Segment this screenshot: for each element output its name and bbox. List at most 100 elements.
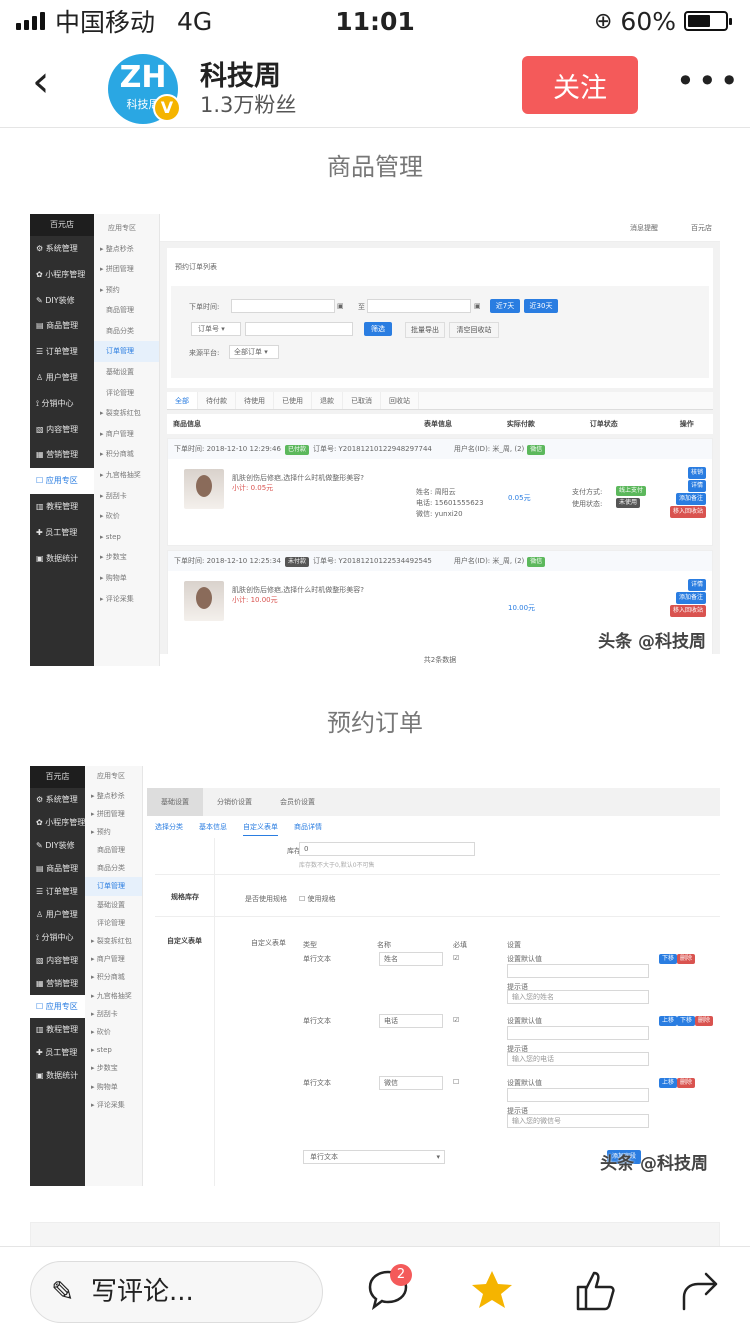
submenu-item[interactable]: 商品分类 bbox=[94, 321, 159, 342]
sidebar-item[interactable]: ▤ 商品管理 bbox=[30, 313, 94, 339]
calendar-icon[interactable]: ▣ bbox=[474, 302, 481, 310]
order-tab[interactable]: 退款 bbox=[312, 392, 343, 409]
submenu-item[interactable]: 商品管理 bbox=[94, 300, 159, 321]
like-thumb-icon[interactable] bbox=[572, 1267, 620, 1315]
submenu-item[interactable]: ▸ 整点秒杀 bbox=[85, 787, 142, 805]
sidebar-item[interactable]: ▥ 教程管理 bbox=[30, 1018, 85, 1041]
field-name-input[interactable]: 电话 bbox=[379, 1014, 443, 1028]
back-arrow-icon[interactable]: ‹ bbox=[32, 60, 78, 108]
required-checkbox[interactable]: ☐ bbox=[453, 1078, 459, 1086]
sidebar-item[interactable]: ✿ 小程序管理 bbox=[30, 811, 85, 834]
stock-input[interactable]: 0 bbox=[299, 842, 475, 856]
submenu-item[interactable]: ▸ 商户管理 bbox=[85, 950, 142, 968]
submenu-item[interactable]: ▸ 预约 bbox=[94, 280, 159, 301]
field-action-button[interactable]: 上移 bbox=[659, 1016, 678, 1026]
author-name[interactable]: 科技周 bbox=[200, 54, 281, 93]
last-30-days-button[interactable]: 近30天 bbox=[524, 299, 558, 313]
sidebar-item[interactable]: ☰ 订单管理 bbox=[30, 339, 94, 365]
edit-subtab[interactable]: 选择分类 bbox=[155, 822, 183, 836]
sidebar-item[interactable]: ▧ 内容管理 bbox=[30, 949, 85, 972]
submenu-item[interactable]: ▸ 购物单 bbox=[85, 1078, 142, 1096]
sidebar-item[interactable]: ▣ 数据统计 bbox=[30, 546, 94, 572]
submenu-item[interactable]: 订单管理 bbox=[85, 877, 142, 896]
order-action-button[interactable]: 移入回收站 bbox=[669, 506, 706, 518]
comment-input[interactable]: ✎ 写评论... bbox=[30, 1261, 323, 1323]
required-checkbox[interactable]: ☑ bbox=[453, 1016, 459, 1024]
edit-tab[interactable]: 基础设置 bbox=[147, 788, 203, 816]
share-arrow-icon[interactable] bbox=[676, 1267, 724, 1315]
search-button[interactable]: 筛选 bbox=[364, 322, 392, 336]
submenu-item[interactable]: ▸ 积分商城 bbox=[94, 444, 159, 465]
submenu-item[interactable]: ▸ 步数宝 bbox=[85, 1059, 142, 1077]
sidebar-item[interactable]: ☰ 订单管理 bbox=[30, 880, 85, 903]
order-tab[interactable]: 已使用 bbox=[274, 392, 312, 409]
sidebar-item[interactable]: ⚙ 系统管理 bbox=[30, 788, 85, 811]
msg-menu[interactable]: 消息提醒 bbox=[630, 223, 658, 233]
submenu-item[interactable]: ▸ 砍价 bbox=[85, 1023, 142, 1041]
default-value-input[interactable] bbox=[507, 964, 649, 978]
submenu-item[interactable]: 基础设置 bbox=[85, 896, 142, 914]
submenu-item[interactable]: ▸ 积分商城 bbox=[85, 968, 142, 986]
hint-input[interactable]: 输入您的电话 bbox=[507, 1052, 649, 1066]
submenu-item[interactable]: ▸ 九宫格抽奖 bbox=[85, 987, 142, 1005]
sidebar-item[interactable]: ✎ DIY装修 bbox=[30, 288, 94, 314]
order-tab[interactable]: 待付款 bbox=[198, 392, 236, 409]
calendar-icon[interactable]: ▣ bbox=[337, 302, 344, 310]
hint-input[interactable]: 输入您的微信号 bbox=[507, 1114, 649, 1128]
field-action-button[interactable]: 删除 bbox=[677, 1078, 696, 1088]
edit-tab[interactable]: 分销价设置 bbox=[203, 788, 266, 816]
sidebar-item[interactable]: ▧ 内容管理 bbox=[30, 417, 94, 443]
submenu-item[interactable]: ▸ 裂变拆红包 bbox=[85, 932, 142, 950]
end-date-input[interactable] bbox=[367, 299, 471, 313]
clear-recycle-button[interactable]: 清空回收站 bbox=[449, 322, 499, 338]
edit-subtab[interactable]: 商品详情 bbox=[294, 822, 322, 836]
order-tab[interactable]: 待使用 bbox=[236, 392, 274, 409]
submenu-item[interactable]: ▸ 预约 bbox=[85, 823, 142, 841]
hint-input[interactable]: 输入您的姓名 bbox=[507, 990, 649, 1004]
submenu-item[interactable]: ▸ 评论采集 bbox=[94, 589, 159, 610]
submenu-item[interactable]: 评论管理 bbox=[94, 383, 159, 404]
submenu-item[interactable]: 商品分类 bbox=[85, 859, 142, 877]
order-action-button[interactable]: 详情 bbox=[687, 480, 706, 492]
submenu-item[interactable]: ▸ 九宫格抽奖 bbox=[94, 465, 159, 486]
submenu-item[interactable]: 订单管理 bbox=[94, 341, 159, 363]
order-action-button[interactable]: 添加备注 bbox=[675, 493, 706, 505]
submenu-item[interactable]: ▸ 刮刮卡 bbox=[85, 1005, 142, 1023]
sidebar-item[interactable]: ♙ 用户管理 bbox=[30, 365, 94, 391]
order-action-button[interactable]: 详情 bbox=[687, 579, 706, 591]
field-type-select[interactable]: 单行文本 ▾ bbox=[303, 1150, 445, 1164]
order-tab[interactable]: 已取消 bbox=[343, 392, 381, 409]
order-tab[interactable]: 回收站 bbox=[381, 392, 419, 409]
submenu-item[interactable]: ▸ 拼团管理 bbox=[94, 259, 159, 280]
use-spec-checkbox[interactable]: ☐ 使用规格 bbox=[299, 894, 336, 904]
submenu-item[interactable]: ▸ 裂变拆红包 bbox=[94, 403, 159, 424]
submenu-item[interactable]: ▸ 步数宝 bbox=[94, 547, 159, 568]
sidebar-item[interactable]: ▦ 营销管理 bbox=[30, 442, 94, 468]
default-value-input[interactable] bbox=[507, 1026, 649, 1040]
sidebar-item[interactable]: ▣ 数据统计 bbox=[30, 1064, 85, 1087]
export-button[interactable]: 批量导出 bbox=[405, 322, 445, 338]
sidebar-item[interactable]: ▥ 教程管理 bbox=[30, 494, 94, 520]
order-action-button[interactable]: 移入回收站 bbox=[669, 605, 706, 617]
sidebar-item[interactable]: ☐ 应用专区 bbox=[30, 468, 94, 494]
submenu-item[interactable]: 商品管理 bbox=[85, 841, 142, 859]
store-menu[interactable]: 百元店 bbox=[691, 223, 712, 233]
order-action-button[interactable]: 核销 bbox=[687, 467, 706, 479]
field-action-button[interactable]: 上移 bbox=[659, 1078, 678, 1088]
sidebar-item[interactable]: ✎ DIY装修 bbox=[30, 834, 85, 857]
submenu-item[interactable]: 基础设置 bbox=[94, 362, 159, 383]
source-select[interactable]: 全部订单 ▾ bbox=[229, 345, 279, 359]
sidebar-item[interactable]: ✚ 员工管理 bbox=[30, 520, 94, 546]
more-options-icon[interactable]: ••• bbox=[676, 62, 742, 100]
submenu-item[interactable]: ▸ 拼团管理 bbox=[85, 805, 142, 823]
sidebar-item[interactable]: ♙ 用户管理 bbox=[30, 903, 85, 926]
field-action-button[interactable]: 下移 bbox=[677, 1016, 696, 1026]
sidebar-item[interactable]: ✚ 员工管理 bbox=[30, 1041, 85, 1064]
sidebar-item[interactable]: ⟟ 分销中心 bbox=[30, 391, 94, 417]
screenshot-product-edit[interactable]: 百元店 ⚙ 系统管理 ✿ 小程序管理 ✎ DIY装修 ▤ 商品管理 ☰ 订单管理 ♙ 用户… bbox=[30, 766, 720, 1186]
last-7-days-button[interactable]: 近7天 bbox=[490, 299, 520, 313]
submenu-item[interactable]: ▸ 商户管理 bbox=[94, 424, 159, 445]
keyword-input[interactable] bbox=[245, 322, 353, 336]
product-title[interactable]: 肌肤创伤后修疤,选择什么时机做整形美容? bbox=[232, 473, 364, 483]
field-action-button[interactable]: 删除 bbox=[677, 954, 696, 964]
